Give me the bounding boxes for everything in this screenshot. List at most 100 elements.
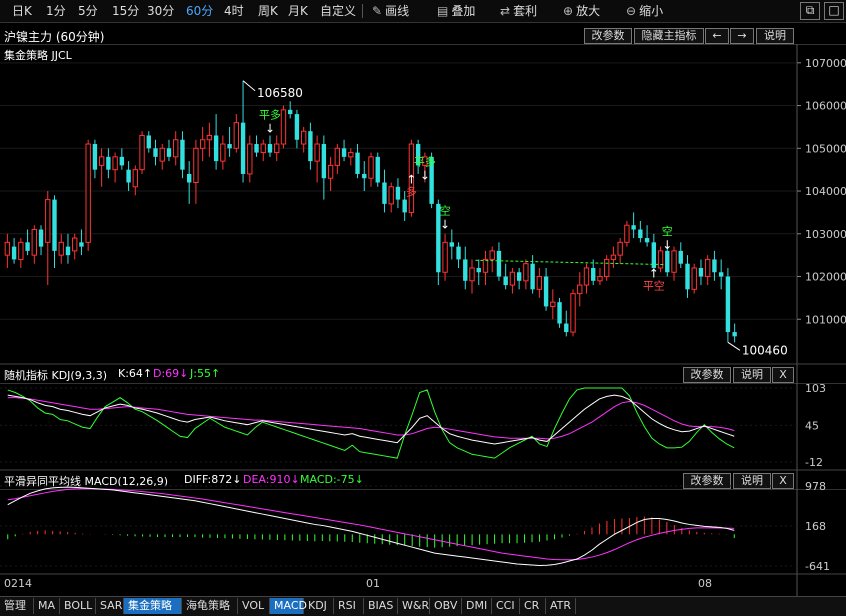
indicator-tab-4[interactable]: 集金策略 xyxy=(124,598,182,614)
y-tick-label: 106000 xyxy=(805,100,846,113)
candle-body xyxy=(442,241,448,273)
candle-body xyxy=(45,199,51,243)
indicator-tab-9[interactable]: RSI xyxy=(334,598,364,614)
candle-body xyxy=(463,259,468,281)
indicator-tab-2[interactable]: BOLL xyxy=(60,598,96,614)
kdj-y-tick-label: 103 xyxy=(805,382,826,395)
candle-body xyxy=(631,225,636,230)
indicator-tab-13[interactable]: DMI xyxy=(462,598,492,614)
candle-body xyxy=(126,169,131,183)
kdj-y-tick-label: 45 xyxy=(805,419,819,432)
candle-body xyxy=(725,276,731,333)
candle-body xyxy=(206,134,213,141)
candle-body xyxy=(617,241,623,256)
candle-body xyxy=(449,242,454,247)
candle-body xyxy=(355,152,360,174)
low-pointer xyxy=(727,341,741,351)
candle-body xyxy=(38,229,44,247)
candle-body xyxy=(11,246,17,260)
indicator-tab-5[interactable]: 海龟策略 xyxy=(182,598,238,614)
candle-body xyxy=(233,122,240,149)
candle-body xyxy=(341,148,347,157)
signal-label: 空 xyxy=(662,224,673,238)
candle-body xyxy=(348,152,354,158)
indicator-tab-16[interactable]: ATR xyxy=(546,598,576,614)
indicator-tab-12[interactable]: OBV xyxy=(430,598,462,614)
candle-body xyxy=(718,272,724,277)
candle-body xyxy=(550,301,556,307)
candle-body xyxy=(119,156,125,166)
indicator-tab-3[interactable]: SAR xyxy=(96,598,124,614)
signal-arrow-icon: ↓ xyxy=(662,238,672,252)
candle-body xyxy=(254,144,259,153)
y-tick-label: 104000 xyxy=(805,185,846,198)
candle-body xyxy=(469,267,475,282)
candle-body xyxy=(308,131,313,162)
candle-body xyxy=(509,271,516,286)
candle-body xyxy=(362,173,367,179)
indicator-tab-0[interactable]: 管理 xyxy=(0,598,34,614)
high-pointer xyxy=(242,80,256,92)
candle-body xyxy=(705,258,711,278)
indicator-tab-6[interactable]: VOL xyxy=(238,598,270,614)
candle-body xyxy=(92,144,98,170)
candle-body xyxy=(597,276,603,282)
indicator-tab-bar: 管理 MA BOLL SAR 集金策略 海龟策略 VOL MACD KDJ RSI BIAS W&R O… xyxy=(0,596,846,616)
candle-body xyxy=(334,147,341,166)
x-axis-label: 01 xyxy=(366,577,380,590)
candle-body xyxy=(193,147,199,183)
candle-body xyxy=(247,143,253,175)
candle-body xyxy=(603,258,610,278)
candle-body xyxy=(173,139,179,158)
macd-y-tick-label: 168 xyxy=(805,520,826,533)
candle-body xyxy=(314,143,320,162)
candle-body xyxy=(395,186,401,200)
indicator-tab-11[interactable]: W&R xyxy=(398,598,430,614)
candle-body xyxy=(564,323,569,333)
candle-body xyxy=(267,144,273,153)
indicator-tab-14[interactable]: CCI xyxy=(492,598,520,614)
candle-body xyxy=(213,135,219,162)
candle-body xyxy=(591,267,596,281)
candle-body xyxy=(503,276,508,286)
x-axis-label: 0214 xyxy=(4,577,32,590)
candle-body xyxy=(698,267,704,277)
candle-body xyxy=(402,199,407,213)
indicator-tab-10[interactable]: BIAS xyxy=(364,598,398,614)
candle-body xyxy=(624,224,630,243)
candle-body xyxy=(132,169,139,188)
candle-body xyxy=(530,263,535,290)
candle-body xyxy=(321,144,327,179)
candle-body xyxy=(280,109,287,145)
candle-body xyxy=(489,250,495,260)
candle-body xyxy=(25,242,30,251)
indicator-tab-7[interactable]: MACD xyxy=(270,598,307,614)
candle-body xyxy=(58,241,64,256)
candle-body xyxy=(18,241,24,260)
low-price-label: 100460 xyxy=(742,343,788,357)
candle-body xyxy=(456,246,461,260)
candle-body xyxy=(288,109,293,115)
indicator-tab-8[interactable]: KDJ xyxy=(304,598,334,614)
candle-body xyxy=(610,254,617,260)
candle-body xyxy=(657,250,664,269)
candle-body xyxy=(476,267,481,273)
candle-body xyxy=(146,135,151,149)
candle-body xyxy=(240,122,246,174)
candle-body xyxy=(294,114,300,140)
kdj-j-line xyxy=(7,387,735,459)
candle-body xyxy=(52,199,57,251)
indicator-tab-15[interactable]: CR xyxy=(520,598,546,614)
candle-body xyxy=(98,156,105,166)
candle-body xyxy=(583,267,590,286)
candle-body xyxy=(732,332,737,337)
candle-body xyxy=(159,147,165,162)
indicator-tab-1[interactable]: MA xyxy=(34,598,60,614)
chart-canvas[interactable]: 107000 106000 105000 104000 103000 102000 1010… xyxy=(0,0,846,596)
x-axis-label: 08 xyxy=(698,577,712,590)
signal-arrow-icon: ↑ xyxy=(649,266,659,280)
candle-body xyxy=(685,263,690,290)
y-tick-label: 101000 xyxy=(805,313,846,326)
signal-label: 平多 xyxy=(259,107,281,121)
candle-body xyxy=(186,173,192,183)
